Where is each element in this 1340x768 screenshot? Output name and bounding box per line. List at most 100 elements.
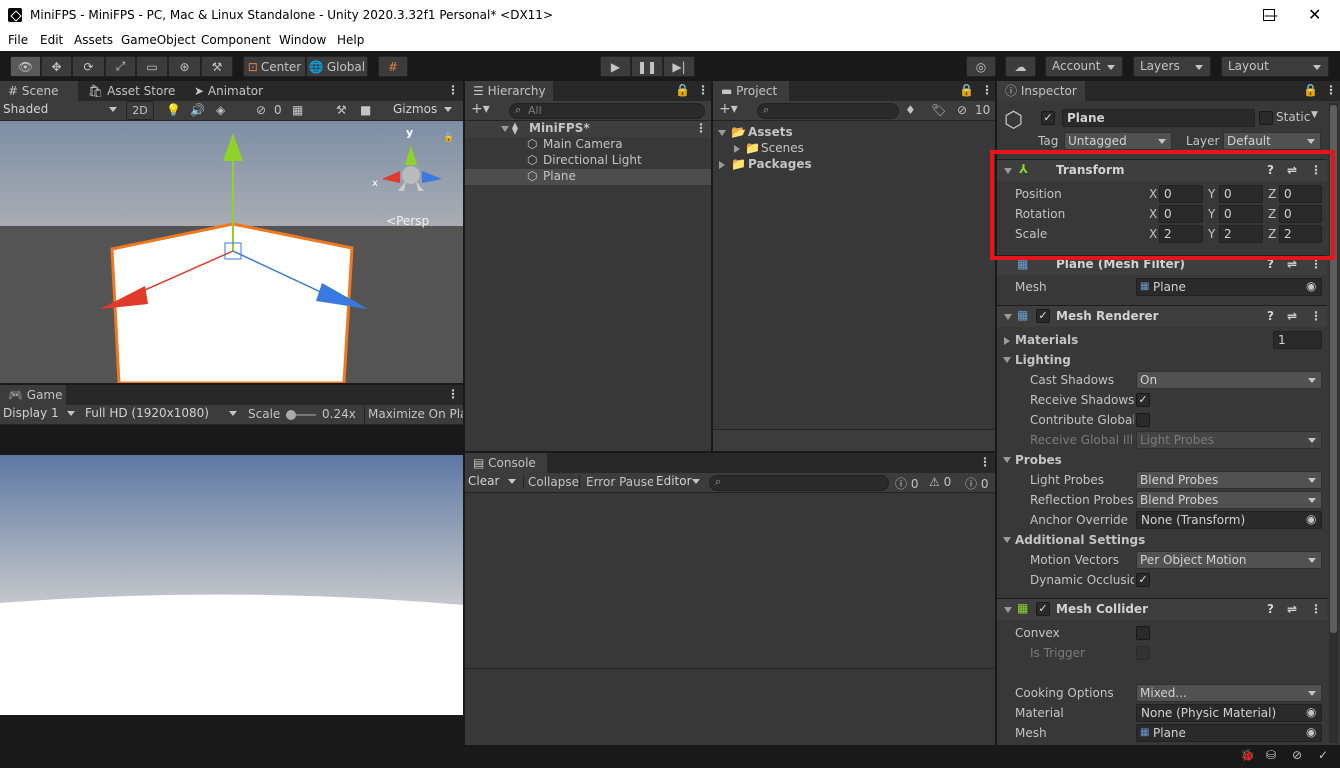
lighting-icon[interactable]: 💡: [166, 103, 181, 117]
object-picker-icon[interactable]: ◉: [1306, 512, 1316, 526]
mesh-renderer-enabled-checkbox[interactable]: ✓: [1036, 309, 1050, 323]
gizmos-dropdown[interactable]: Gizmos: [390, 101, 457, 119]
collapse-toggle[interactable]: Collapse: [523, 475, 583, 489]
static-checkbox[interactable]: [1259, 111, 1273, 125]
lock-icon[interactable]: 🔒: [443, 133, 454, 143]
filter-type-icon[interactable]: ♦: [905, 103, 916, 117]
pause-button[interactable]: ❚❚: [631, 56, 663, 77]
play-button[interactable]: ▶: [600, 56, 631, 77]
convex-checkbox[interactable]: [1136, 626, 1150, 640]
custom-tool-button[interactable]: ⚒: [201, 56, 233, 77]
lock-icon[interactable]: 🔒: [959, 83, 974, 97]
tree-item-packages[interactable]: 📁 Packages: [713, 157, 995, 173]
lighting-foldout[interactable]: Lighting: [1015, 353, 1071, 367]
tree-item-scenes[interactable]: 📁 Scenes: [713, 141, 995, 157]
static-dropdown[interactable]: Static: [1276, 110, 1310, 124]
warning-filter[interactable]: ⚠ 0: [929, 475, 951, 489]
hidden-packages-icon[interactable]: ⊘: [957, 103, 967, 117]
anchor-override-field[interactable]: None (Transform): [1136, 511, 1322, 529]
list-item[interactable]: ⬡ Main Camera: [465, 137, 711, 153]
menu-edit[interactable]: Edit: [40, 33, 63, 47]
step-button[interactable]: ▶|: [663, 56, 695, 77]
check-icon[interactable]: ✓: [1318, 748, 1328, 762]
contribute-gi-checkbox[interactable]: [1136, 413, 1150, 427]
menu-assets[interactable]: Assets: [74, 33, 113, 47]
transform-tool-button[interactable]: ⊛: [168, 56, 201, 77]
layers-dropdown[interactable]: Layers: [1133, 56, 1211, 77]
tab-scene[interactable]: # Scene: [0, 81, 78, 101]
object-picker-icon[interactable]: ◉: [1306, 279, 1316, 293]
filter-label-icon[interactable]: 🏷: [931, 103, 946, 117]
cast-shadows-dropdown[interactable]: On: [1136, 371, 1322, 389]
game-menu-icon[interactable]: ⋮: [447, 387, 459, 401]
tools-icon[interactable]: ⚒: [336, 103, 347, 117]
menu-help[interactable]: Help: [337, 33, 364, 47]
resolution-dropdown[interactable]: Full HD (1920x1080): [82, 405, 242, 423]
create-button[interactable]: +▾: [471, 101, 490, 117]
game-viewport[interactable]: [0, 455, 463, 715]
tab-inspector[interactable]: ⓘ Inspector: [997, 81, 1085, 101]
hierarchy-menu-icon[interactable]: ⋮: [697, 83, 709, 97]
receive-shadows-checkbox[interactable]: ✓: [1136, 393, 1150, 407]
editor-dropdown[interactable]: Editor: [653, 473, 705, 491]
tab-asset-store[interactable]: 🛍 Asset Store: [80, 81, 183, 101]
perspective-toggle[interactable]: <Persp: [386, 214, 429, 228]
scene-viewport[interactable]: y x 🔒 <Persp: [0, 121, 463, 383]
help-icon[interactable]: ?: [1267, 309, 1274, 323]
view-tool-button[interactable]: 👁: [10, 56, 41, 77]
scene-row-menu-icon[interactable]: ⋮: [695, 121, 707, 135]
mesh-collider-enabled-checkbox[interactable]: ✓: [1036, 602, 1050, 616]
object-picker-icon[interactable]: ◉: [1306, 705, 1316, 719]
cache-icon[interactable]: ⛁: [1266, 748, 1276, 762]
grid-icon[interactable]: ▦: [292, 103, 303, 117]
rotate-tool-button[interactable]: ⟳: [72, 56, 105, 77]
display-dropdown[interactable]: Display 1: [0, 405, 80, 423]
lock-icon[interactable]: 🔒: [1303, 83, 1318, 97]
project-menu-icon[interactable]: ⋮: [981, 83, 993, 97]
shading-dropdown[interactable]: Shaded: [0, 101, 122, 119]
effects-icon[interactable]: ◈: [216, 103, 225, 117]
probes-foldout[interactable]: Probes: [1015, 453, 1062, 467]
menu-window[interactable]: Window: [279, 33, 326, 47]
reflection-probes-dropdown[interactable]: Blend Probes: [1136, 491, 1322, 509]
menu-component[interactable]: Component: [201, 33, 271, 47]
grid-snap-button[interactable]: #: [378, 56, 408, 77]
scale-slider-thumb[interactable]: [286, 410, 296, 420]
cloud-button[interactable]: ☁: [1005, 56, 1036, 77]
motion-vectors-dropdown[interactable]: Per Object Motion: [1136, 551, 1322, 569]
materials-count-field[interactable]: 1: [1273, 331, 1322, 349]
mesh-renderer-header[interactable]: ▦ ✓ Mesh Renderer ? ⇌ ⋮: [997, 305, 1327, 327]
console-search[interactable]: [709, 475, 889, 491]
object-picker-icon[interactable]: ◉: [1306, 725, 1316, 739]
log-filter[interactable]: ⓘ 0: [895, 475, 918, 492]
tag-dropdown[interactable]: Untagged: [1064, 132, 1172, 150]
cooking-options-dropdown[interactable]: Mixed...: [1136, 684, 1322, 702]
maximize-icon[interactable]: [1263, 9, 1275, 21]
materials-foldout[interactable]: Materials: [1015, 333, 1078, 347]
bug-icon[interactable]: 🐞: [1240, 748, 1255, 762]
create-asset-button[interactable]: +▾: [719, 101, 738, 117]
physic-material-field[interactable]: None (Physic Material): [1136, 704, 1322, 722]
tab-hierarchy[interactable]: ☰ Hierarchy: [465, 81, 553, 101]
scale-tool-button[interactable]: ⤢: [105, 56, 136, 77]
hidden-objects-icon[interactable]: ⊘: [256, 103, 266, 117]
list-item[interactable]: ⬡ Directional Light: [465, 153, 711, 169]
scene-row[interactable]: ⧫ MiniFPS* ⋮: [465, 121, 711, 137]
audio-icon[interactable]: 🔊: [190, 103, 205, 117]
account-dropdown[interactable]: Account: [1045, 56, 1123, 77]
help-icon[interactable]: ?: [1267, 602, 1274, 616]
lock-icon[interactable]: 🔒: [675, 83, 690, 97]
mesh-field[interactable]: ▦ Plane: [1136, 278, 1322, 296]
light-probes-dropdown[interactable]: Blend Probes: [1136, 471, 1322, 489]
close-icon[interactable]: ✕: [1308, 5, 1321, 24]
pivot-center-button[interactable]: ⊡ Center: [243, 56, 306, 77]
maximize-on-play-toggle[interactable]: Maximize On Play: [364, 405, 463, 424]
rect-tool-button[interactable]: ▭: [136, 56, 168, 77]
mesh-renderer-menu-icon[interactable]: ⋮: [1310, 309, 1322, 323]
scene-menu-icon[interactable]: ⋮: [447, 83, 459, 97]
menu-gameobject[interactable]: GameObject: [121, 33, 196, 47]
object-name-field[interactable]: Plane: [1062, 109, 1255, 127]
console-menu-icon[interactable]: ⋮: [979, 455, 991, 469]
error-pause-toggle[interactable]: Error Pause: [579, 475, 660, 489]
tab-game[interactable]: 🎮 Game: [0, 385, 66, 405]
